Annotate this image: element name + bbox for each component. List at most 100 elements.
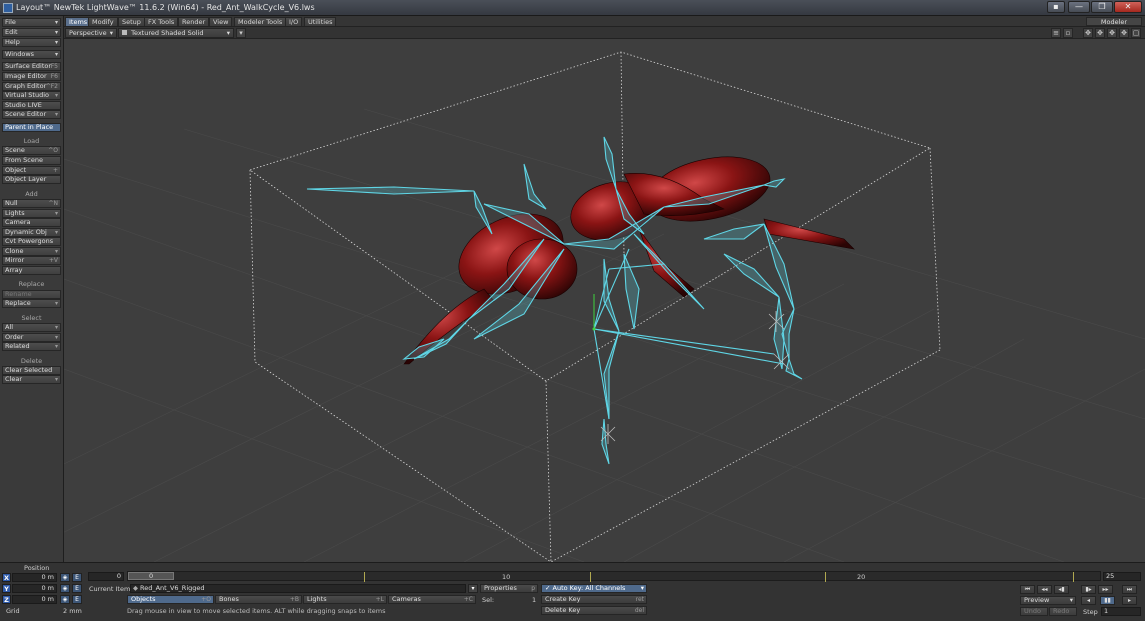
current-frame-label: 0 — [149, 572, 154, 580]
mirror-button[interactable]: Mirror +V — [2, 256, 61, 265]
item-dropdown-button[interactable]: ▾ — [468, 584, 478, 593]
fit-view-icon[interactable]: ✥ — [1119, 28, 1129, 38]
cameras-edit-mode-button[interactable]: Cameras +C — [388, 595, 476, 604]
current-item-select[interactable]: ◆ Red_Ant_V6_Rigged — [130, 584, 466, 593]
view-mode-select[interactable]: Perspective ▾ — [65, 28, 117, 38]
timeline-slider[interactable]: 0 10 20 — [127, 571, 1101, 582]
create-key-button[interactable]: Create Key ret — [541, 595, 647, 604]
load-section-header: Load — [23, 137, 40, 145]
clear-button[interactable]: Clear ▾ — [2, 375, 61, 384]
position-x-field[interactable]: 0 m — [12, 573, 57, 582]
grid-label: Grid — [6, 607, 20, 615]
tab-modeler-tools[interactable]: Modeler Tools — [234, 17, 287, 26]
replace-button[interactable]: Replace ▾ — [2, 299, 61, 308]
studio-live-button[interactable]: Studio LIVE — [2, 101, 61, 110]
previous-key-button[interactable]: ◂◂ — [1037, 585, 1052, 594]
help-menu[interactable]: Help ▾ — [2, 38, 61, 47]
zoom-view-icon[interactable]: ✥ — [1107, 28, 1117, 38]
play-reverse-button[interactable]: ◂ — [1081, 596, 1096, 605]
chevron-down-icon: ▾ — [640, 584, 644, 592]
add-dynamic-obj-button[interactable]: Dynamic Obj ▾ — [2, 228, 61, 237]
frame-end-field[interactable]: 25 — [1103, 572, 1141, 581]
auto-key-toggle[interactable]: ✓ Auto Key: All Channels ▾ — [541, 584, 647, 593]
status-help-text: Drag mouse in view to move selected item… — [127, 607, 386, 615]
z-envelope-button[interactable]: ◈ — [60, 595, 70, 604]
tab-view[interactable]: View — [209, 17, 233, 26]
redo-button[interactable]: Redo — [1049, 607, 1077, 616]
objects-edit-mode-button[interactable]: Objects +O — [127, 595, 214, 604]
preview-select[interactable]: Preview ▾ — [1020, 596, 1076, 605]
selected-count-label: Sel: — [482, 596, 495, 604]
load-object-button[interactable]: Object + — [2, 166, 61, 175]
tab-utilities[interactable]: Utilities — [304, 17, 337, 26]
minimize-button[interactable]: — — [1068, 1, 1090, 13]
y-envelope-button[interactable]: ◈ — [60, 584, 70, 593]
pause-button[interactable]: ▮▮ — [1100, 596, 1115, 605]
z-axis-label: Z — [2, 595, 11, 604]
select-all-button[interactable]: All ▾ — [2, 323, 61, 332]
add-null-button[interactable]: Null ^N — [2, 199, 61, 208]
select-section-header: Select — [21, 314, 42, 322]
tab-setup[interactable]: Setup — [118, 17, 145, 26]
tab-fx-tools[interactable]: FX Tools — [144, 17, 179, 26]
tab-modify[interactable]: Modify — [88, 17, 118, 26]
next-key-button[interactable]: ▸▸ — [1098, 585, 1113, 594]
go-to-end-button[interactable]: ⏭ — [1122, 585, 1137, 594]
y-expression-button[interactable]: E — [72, 584, 82, 593]
file-menu[interactable]: File ▾ — [2, 18, 61, 27]
tab-render[interactable]: Render — [178, 17, 210, 26]
z-expression-button[interactable]: E — [72, 595, 82, 604]
x-envelope-button[interactable]: ◈ — [60, 573, 70, 582]
close-button[interactable]: ✕ — [1114, 1, 1142, 13]
rotate-view-icon[interactable]: ✥ — [1095, 28, 1105, 38]
go-to-start-button[interactable]: ⏮ — [1020, 585, 1035, 594]
viewport-layout-icon[interactable]: ≡ — [1051, 28, 1061, 38]
lights-edit-mode-button[interactable]: Lights +L — [303, 595, 387, 604]
add-camera-button[interactable]: Camera — [2, 218, 61, 227]
previous-frame-button[interactable]: ◂▮ — [1054, 585, 1069, 594]
select-order-button[interactable]: Order ▾ — [2, 333, 61, 342]
replace-section-header: Replace — [18, 280, 45, 288]
rename-button[interactable]: Rename — [2, 290, 61, 299]
add-lights-button[interactable]: Lights ▾ — [2, 209, 61, 218]
maximize-button[interactable]: ❐ — [1091, 1, 1113, 13]
move-view-icon[interactable]: ✥ — [1083, 28, 1093, 38]
load-from-scene-button[interactable]: From Scene — [2, 156, 61, 165]
load-object-layer-button[interactable]: Object Layer — [2, 175, 61, 184]
undo-button[interactable]: Undo — [1020, 607, 1048, 616]
render-mode-select[interactable]: Textured Shaded Solid ▾ — [118, 28, 234, 38]
array-button[interactable]: Array — [2, 266, 61, 275]
play-forward-button[interactable]: ▸ — [1122, 596, 1137, 605]
tab-io[interactable]: I/O — [285, 17, 303, 26]
parent-in-place-toggle[interactable]: Parent in Place — [2, 123, 61, 132]
maximize-view-icon[interactable]: ▢ — [1131, 28, 1141, 38]
surface-editor-button[interactable]: Surface Editor F5 — [2, 62, 61, 71]
clear-selected-button[interactable]: Clear Selected — [2, 366, 61, 375]
step-field[interactable]: 1 — [1101, 607, 1141, 616]
virtual-studio-button[interactable]: Virtual Studio ▾ — [2, 91, 61, 100]
window-option-button[interactable]: ▪ — [1047, 1, 1065, 13]
left-toolbar: File ▾ Edit ▾ Help ▾ Windows ▾ Surface Edito… — [0, 16, 64, 562]
graph-editor-button[interactable]: Graph Editor ^F2 — [2, 82, 61, 91]
viewport-single-icon[interactable]: ▫ — [1063, 28, 1073, 38]
position-y-field[interactable]: 0 m — [12, 584, 57, 593]
modeler-button[interactable]: Modeler — [1086, 17, 1142, 26]
bones-edit-mode-button[interactable]: Bones +B — [215, 595, 302, 604]
edit-menu[interactable]: Edit ▾ — [2, 28, 61, 37]
grid-size-value: 2 mm — [63, 607, 82, 615]
delete-key-button[interactable]: Delete Key del — [541, 606, 647, 615]
viewport-menu-icon[interactable]: ▾ — [236, 28, 246, 38]
x-expression-button[interactable]: E — [72, 573, 82, 582]
image-editor-button[interactable]: Image Editor F6 — [2, 72, 61, 81]
clone-button[interactable]: Clone ▾ — [2, 247, 61, 256]
perspective-viewport[interactable] — [64, 39, 1145, 562]
next-frame-button[interactable]: ▮▸ — [1081, 585, 1096, 594]
properties-button[interactable]: Properties p — [480, 584, 538, 593]
load-scene-button[interactable]: Scene ^O — [2, 146, 61, 155]
frame-start-field[interactable]: 0 — [88, 572, 124, 581]
scene-editor-button[interactable]: Scene Editor ▾ — [2, 110, 61, 119]
cvt-powergons-button[interactable]: Cvt Powergons — [2, 237, 61, 246]
select-related-button[interactable]: Related ▾ — [2, 342, 61, 351]
windows-menu[interactable]: Windows ▾ — [2, 50, 61, 59]
position-z-field[interactable]: 0 m — [12, 595, 57, 604]
